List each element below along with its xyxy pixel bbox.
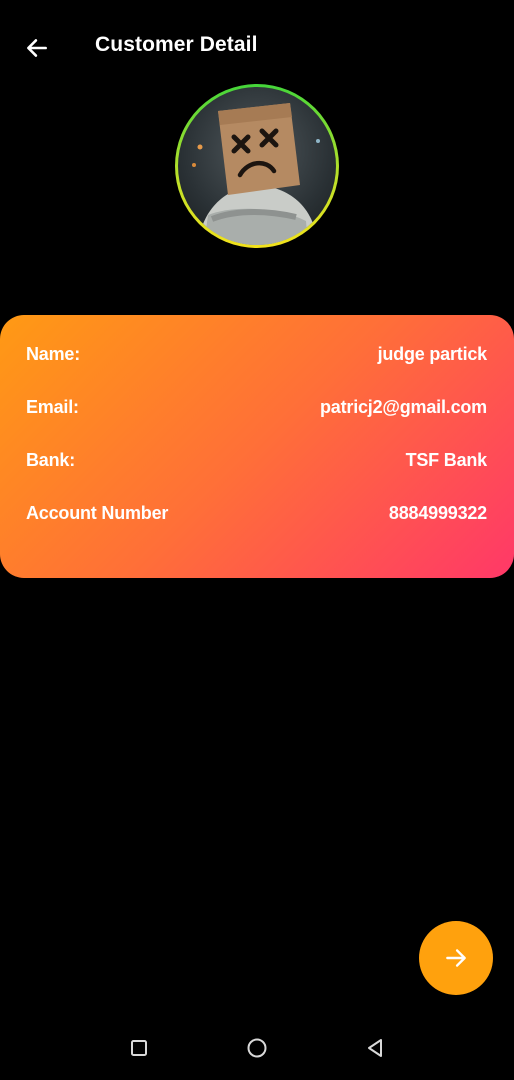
- avatar: [175, 84, 339, 248]
- app-bar: Customer Detail: [0, 0, 514, 94]
- name-row: Name: judge partick: [26, 341, 487, 367]
- bank-label: Bank:: [26, 449, 76, 470]
- email-label: Email:: [26, 396, 79, 417]
- page-title: Customer Detail: [95, 33, 258, 56]
- account-number-value: 8884999322: [388, 502, 487, 523]
- email-row: Email: patricj2@gmail.com: [26, 394, 487, 420]
- back-button[interactable]: [16, 27, 58, 69]
- nav-back-button[interactable]: [357, 1030, 393, 1066]
- account-number-label: Account Number: [26, 502, 169, 523]
- arrow-right-icon: [446, 949, 466, 967]
- customer-detail-card: Name: judge partick Email: patricj2@gmai…: [0, 315, 514, 578]
- profile-photo: [178, 87, 336, 245]
- name-label: Name:: [26, 343, 81, 364]
- name-value: judge partick: [377, 343, 488, 364]
- home-button[interactable]: [239, 1030, 275, 1066]
- bank-value: TSF Bank: [405, 449, 488, 470]
- next-button[interactable]: [419, 921, 493, 995]
- square-icon: [131, 1040, 147, 1056]
- email-value: patricj2@gmail.com: [319, 396, 487, 417]
- recents-button[interactable]: [121, 1030, 157, 1066]
- triangle-back-icon: [368, 1039, 382, 1057]
- account-number-row: Account Number 8884999322: [26, 500, 487, 526]
- customer-detail-screen: Customer Detail Name: judge partick Emai…: [0, 0, 514, 1080]
- circle-icon: [247, 1038, 267, 1058]
- arrow-left-icon: [27, 39, 47, 57]
- system-nav-bar: [0, 1016, 514, 1080]
- bank-row: Bank: TSF Bank: [26, 447, 487, 473]
